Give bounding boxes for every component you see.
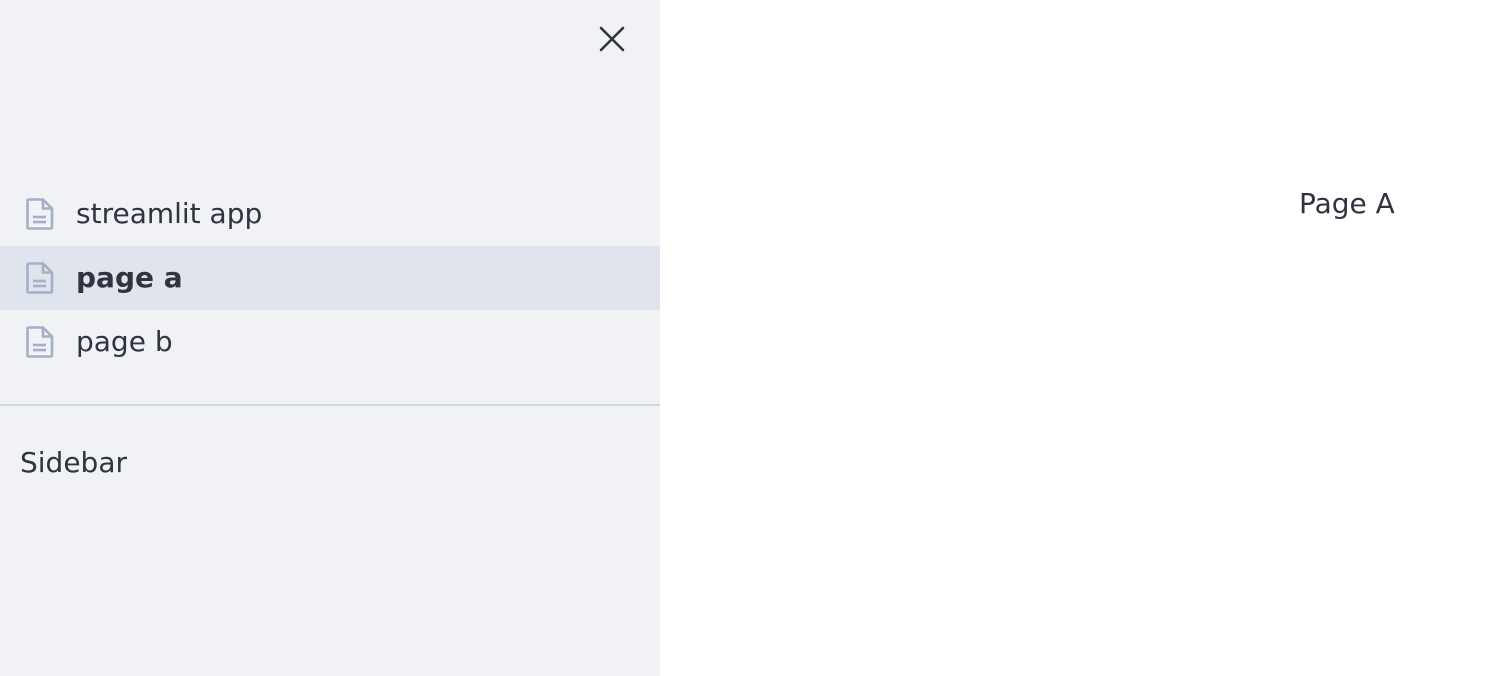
close-sidebar-button[interactable] [592,20,632,58]
sidebar-item-label: page a [76,261,183,294]
page-text: Page A [1299,187,1395,220]
app-window: streamlit app page a page b Sidebar Page… [0,0,1486,676]
sidebar: streamlit app page a page b Sidebar [0,0,660,676]
sidebar-text: Sidebar [20,446,127,479]
document-icon [26,326,54,358]
main-content: Page A [660,0,1486,676]
sidebar-divider [0,404,660,406]
sidebar-nav: streamlit app page a page b [0,182,660,374]
sidebar-item-streamlit-app[interactable]: streamlit app [0,182,660,246]
document-icon [26,198,54,230]
sidebar-item-label: page b [76,325,173,358]
sidebar-item-page-b[interactable]: page b [0,310,660,374]
close-icon [599,26,625,52]
sidebar-item-page-a[interactable]: page a [0,246,660,310]
document-icon [26,262,54,294]
sidebar-item-label: streamlit app [76,197,263,230]
